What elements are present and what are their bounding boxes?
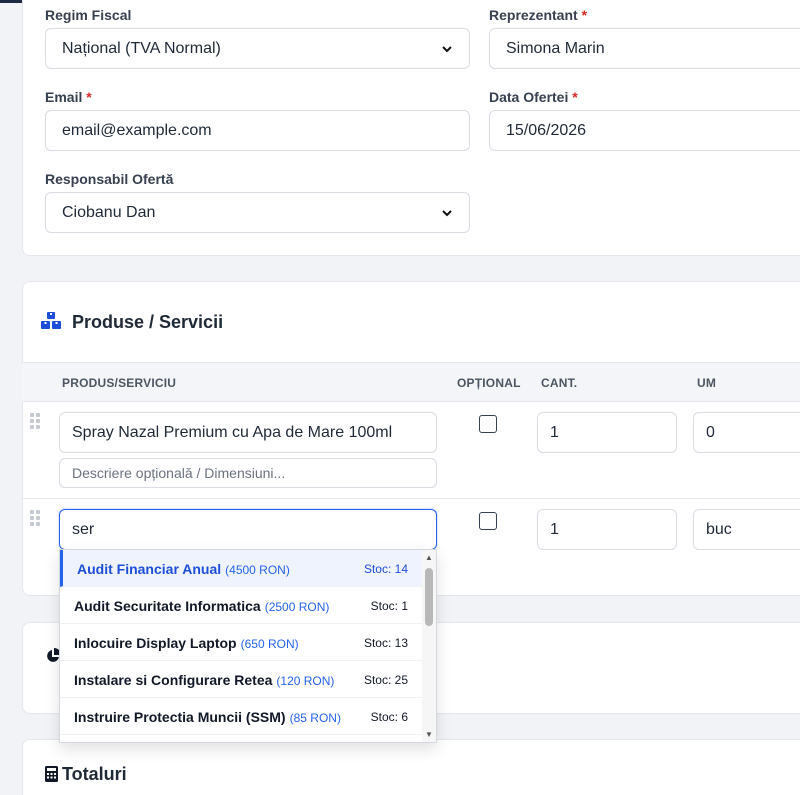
regim-fiscal-select[interactable]: Național (TVA Normal) <box>45 28 470 69</box>
optional-checkbox[interactable] <box>479 512 497 530</box>
product-name-input[interactable]: Spray Nazal Premium cu Apa de Mare 100ml <box>59 412 437 453</box>
data-ofertei-input[interactable]: 15/06/2026 <box>489 110 800 151</box>
dropdown-scrollbar[interactable]: ▲ ▼ <box>422 550 436 742</box>
products-title: Produse / Servicii <box>72 312 224 332</box>
totals-card <box>22 739 800 795</box>
suggestion-item[interactable]: Instalare si Configurare Retea (120 RON) … <box>60 661 422 698</box>
optional-checkbox[interactable] <box>479 415 497 433</box>
email-field[interactable]: email@example.com <box>45 110 470 151</box>
drag-handle-icon[interactable] <box>30 510 42 526</box>
scroll-down-icon[interactable]: ▼ <box>425 731 433 739</box>
reprezentant-label: Reprezentant * <box>489 7 588 23</box>
um-input[interactable]: 0 <box>693 412 800 453</box>
product-suggestions-dropdown: Audit Financiar Anual (4500 RON) Stoc: 14… <box>59 549 437 743</box>
col-optional: OPȚIONAL <box>457 376 521 390</box>
row-divider <box>22 498 800 499</box>
reprezentant-input[interactable]: Simona Marin <box>489 28 800 69</box>
suggestion-item[interactable]: Audit Financiar Anual (4500 RON) Stoc: 14 <box>60 550 422 587</box>
calculator-icon <box>45 766 58 782</box>
responsabil-select[interactable]: Ciobanu Dan <box>45 192 470 233</box>
suggestion-item[interactable]: Audit Securitate Informatica (2500 RON) S… <box>60 587 422 624</box>
suggestion-item[interactable]: Instruire Protectia Muncii (SSM) (85 RON)… <box>60 698 422 735</box>
scroll-up-icon[interactable]: ▲ <box>425 554 433 562</box>
scrollbar-thumb[interactable] <box>425 568 433 626</box>
col-um: UM <box>697 376 717 390</box>
totals-title: Totaluri <box>62 764 127 784</box>
um-input[interactable]: buc <box>693 509 800 550</box>
regim-fiscal-label: Regim Fiscal <box>45 7 132 23</box>
product-search-input[interactable]: ser <box>59 509 437 550</box>
product-description-input[interactable]: Descriere opțională / Dimensiuni... <box>59 458 437 488</box>
quantity-input[interactable]: 1 <box>537 412 677 453</box>
drag-handle-icon[interactable] <box>30 413 42 429</box>
col-produs: PRODUS/SERVICIU <box>62 376 177 390</box>
chevron-down-icon <box>442 45 452 52</box>
data-ofertei-label: Data Ofertei * <box>489 89 578 105</box>
quantity-input[interactable]: 1 <box>537 509 677 550</box>
email-label: Email * <box>45 89 92 105</box>
chevron-down-icon <box>442 209 452 216</box>
boxes-icon <box>41 312 61 329</box>
col-cant: CANT. <box>541 376 578 390</box>
responsabil-label: Responsabil Ofertă <box>45 171 174 187</box>
suggestion-item[interactable]: Inlocuire Display Laptop (650 RON) Stoc: … <box>60 624 422 661</box>
products-table-header: PRODUS/SERVICIU OPȚIONAL CANT. UM <box>22 362 800 402</box>
